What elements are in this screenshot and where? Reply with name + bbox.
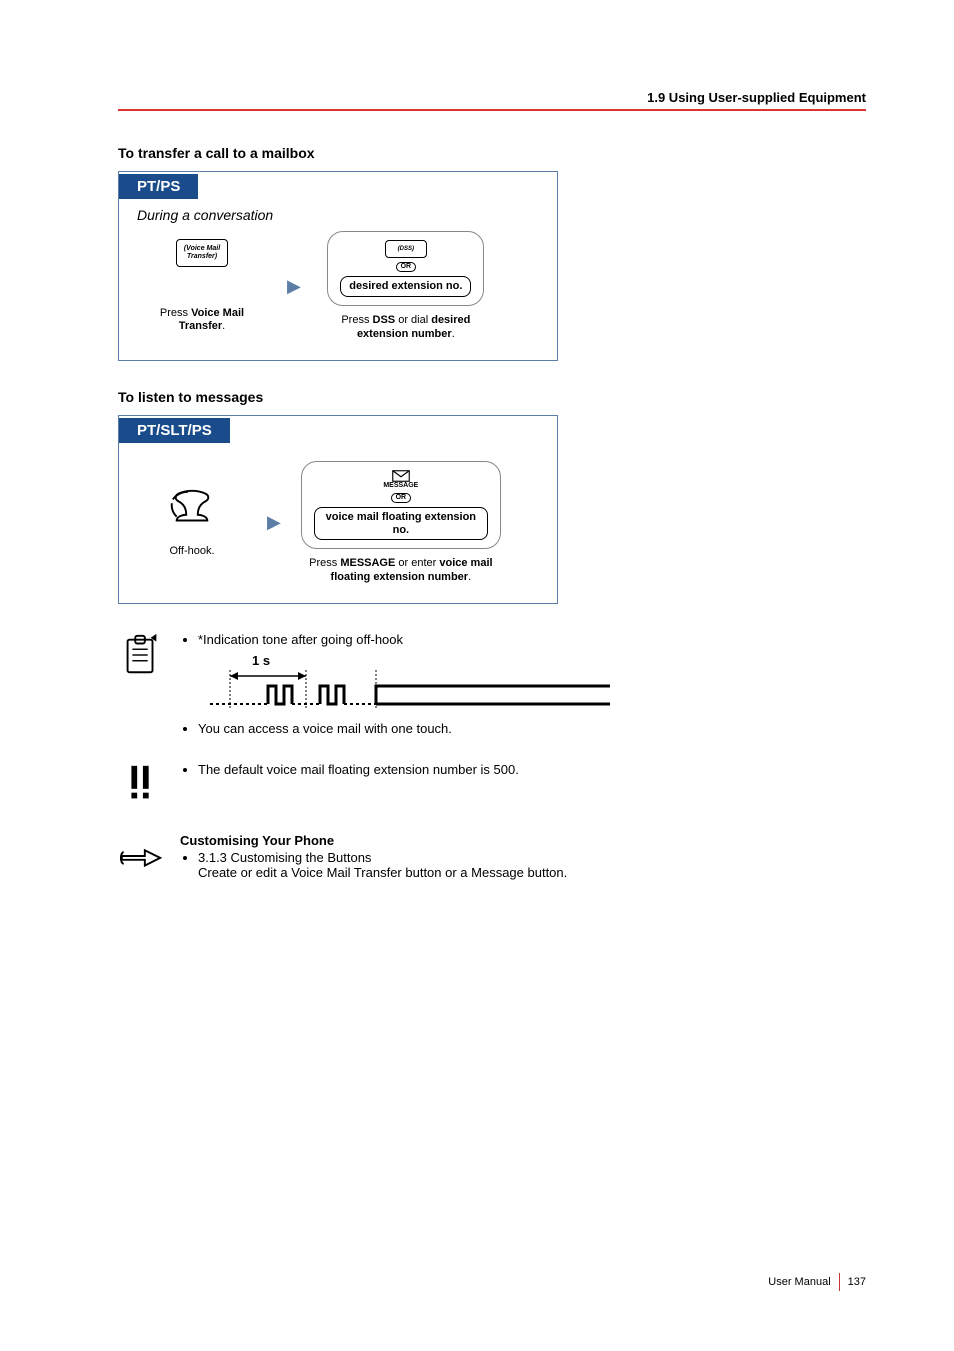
tone-diagram: 1 s (210, 653, 866, 713)
option-vmfloat: voice mail floating extension no. (314, 507, 488, 540)
offhook-phone-icon (169, 486, 215, 537)
pointing-hand-icon (118, 833, 164, 884)
note-one-touch: You can access a voice mail with one tou… (198, 721, 866, 736)
footer-label: User Manual (768, 1276, 830, 1288)
voice-mail-transfer-button-icon: (Voice Mail Transfer) (176, 239, 228, 267)
caption-offhook: Off-hook. (169, 545, 214, 559)
footer-page: 137 (848, 1276, 866, 1288)
caption-message: Press MESSAGE or enter voice mail floati… (301, 557, 501, 585)
option-group-listen: MESSAGE OR voice mail floating extension… (301, 461, 501, 550)
option-extension: desired extension no. (340, 276, 471, 297)
caption-vmtransfer: Press Voice Mail Transfer. (137, 307, 267, 335)
header-rule (118, 109, 866, 111)
page-footer: User Manual 137 (768, 1273, 866, 1291)
arrow-icon: ▶ (267, 512, 281, 533)
arrow-icon: ▶ (287, 276, 301, 297)
customise-title: Customising Your Phone (180, 833, 866, 848)
tab-ptps: PT/PS (119, 174, 198, 199)
caption-dss: Press DSS or dial desired extension numb… (321, 314, 491, 342)
tab-ptsltps: PT/SLT/PS (119, 418, 230, 443)
diagram-listen: PT/SLT/PS Off-hook. ▶ MESSAGE OR voice m… (118, 415, 558, 604)
note-clipboard-icon (118, 632, 164, 683)
note-indication-tone: *Indication tone after going off-hook (198, 632, 866, 647)
context-line: During a conversation (137, 207, 539, 223)
or-pill: OR (391, 493, 412, 503)
message-button-icon: MESSAGE (383, 470, 418, 489)
section-title-transfer: To transfer a call to a mailbox (118, 145, 866, 161)
option-group: (DSS) OR desired extension no. (327, 231, 484, 306)
note-default-ext: The default voice mail floating extensio… (198, 762, 866, 777)
section-title-listen: To listen to messages (118, 389, 866, 405)
breadcrumb: 1.9 Using User-supplied Equipment (118, 90, 866, 105)
diagram-transfer: PT/PS During a conversation (Voice Mail … (118, 171, 558, 361)
note-exclaim-icon (118, 762, 164, 813)
customise-item: 3.1.3 Customising the Buttons Create or … (198, 850, 866, 880)
or-pill: OR (396, 262, 417, 272)
dss-button-icon: (DSS) (385, 240, 427, 258)
